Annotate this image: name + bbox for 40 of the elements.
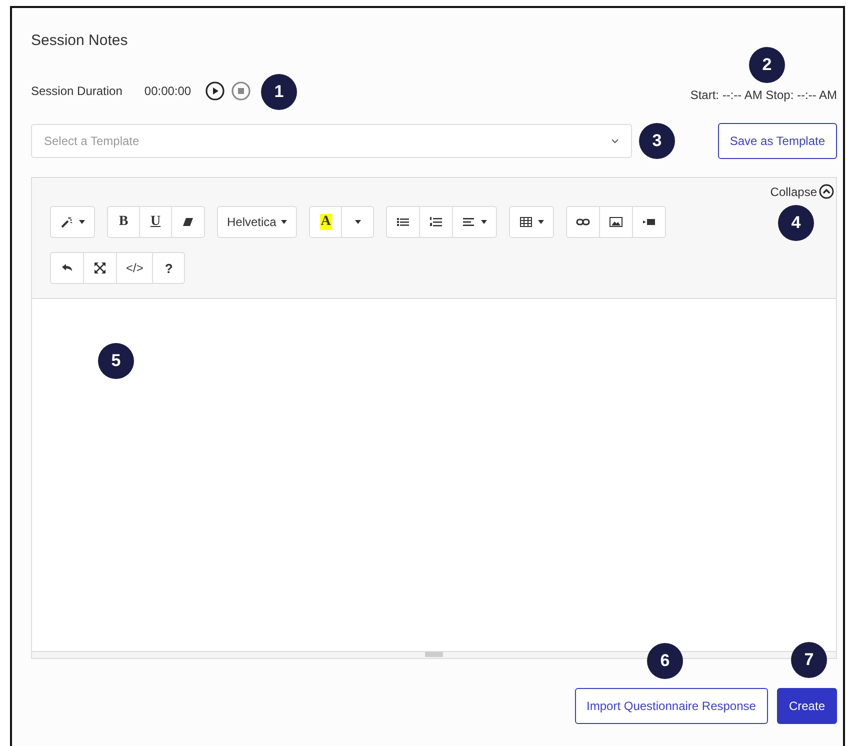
help-button[interactable]: ? [152,252,186,284]
bullet-list-icon [396,215,410,229]
table-icon [519,215,534,229]
start-stop-times: Start: --:-- AM Stop: --:-- AM [690,88,837,102]
eraser-icon [181,215,195,229]
color-dropdown-button[interactable] [341,206,374,238]
magic-button[interactable] [50,206,95,238]
numbered-list-icon [429,215,444,229]
undo-button[interactable] [50,252,84,284]
resize-handle[interactable] [425,652,443,657]
fullscreen-button[interactable] [83,252,117,284]
image-button[interactable] [599,206,634,238]
code-view-button[interactable]: </> [116,252,154,284]
eraser-button[interactable] [171,206,205,238]
image-icon [609,215,624,229]
duration-time: 00:00:00 [144,84,192,98]
table-button[interactable] [509,206,554,238]
link-button[interactable] [566,206,600,238]
play-icon[interactable] [205,81,226,101]
stop-icon[interactable] [231,81,252,101]
align-button[interactable] [452,206,498,238]
chevron-up-icon [819,184,834,199]
font-name: Helvetica [227,215,276,229]
text-color-button[interactable]: A [309,206,342,238]
align-left-icon [462,215,476,229]
bold-button[interactable]: B [107,206,140,238]
import-button[interactable]: Import Questionnaire Response [574,688,768,724]
save-template-button[interactable]: Save as Template [718,123,837,159]
magic-wand-icon [60,215,74,229]
underline-button[interactable]: U [139,206,172,238]
collapse-button[interactable]: Collapse [770,184,834,199]
video-button[interactable] [632,206,666,238]
bullet-list-button[interactable] [386,206,420,238]
page-title: Session Notes [31,32,129,49]
create-button[interactable]: Create [776,688,837,724]
font-dropdown[interactable]: Helvetica [217,206,298,238]
number-list-button[interactable] [419,206,454,238]
duration-label: Session Duration [31,84,122,98]
chevron-down-icon [611,138,619,144]
fullscreen-icon [93,261,107,275]
